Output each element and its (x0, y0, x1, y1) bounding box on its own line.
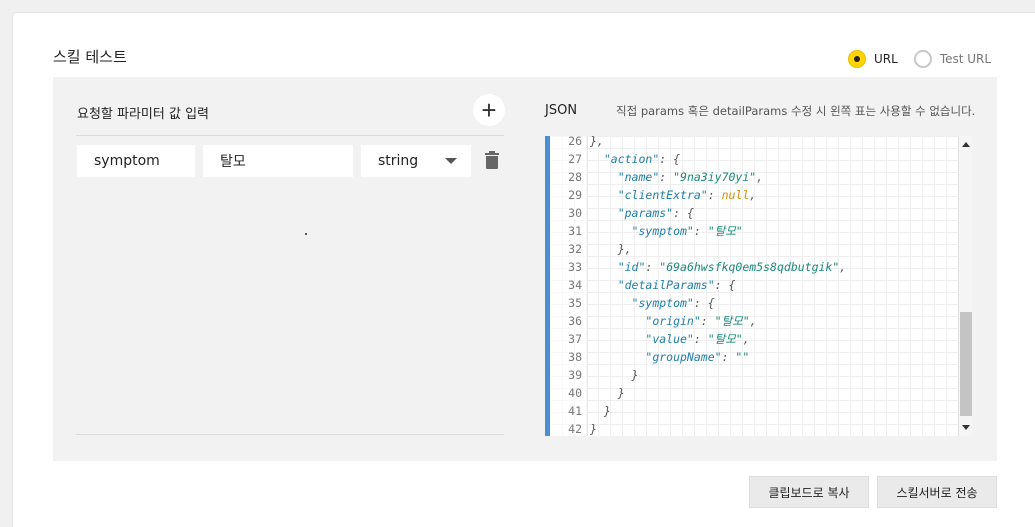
editor-scrollbar[interactable] (958, 136, 972, 436)
line-number: 29 (568, 188, 582, 202)
code-line: 27 "action": { (550, 150, 846, 168)
line-text: "value": "탈모", (645, 332, 750, 346)
param-value-input[interactable]: 탈모 (203, 145, 353, 177)
radio-url-label: URL (874, 52, 898, 66)
scroll-thumb[interactable] (960, 312, 972, 416)
params-divider-top (76, 135, 504, 136)
trash-icon[interactable] (485, 151, 499, 169)
cursor-dot (305, 233, 307, 235)
params-divider-bottom (76, 434, 504, 435)
code-line: 30 "params": { (550, 204, 846, 222)
line-number: 33 (568, 260, 582, 274)
code-line: 28 "name": "9na3iy70yi", (550, 168, 846, 186)
code-line: 32 }, (550, 240, 846, 258)
line-text: }, (590, 242, 632, 256)
json-editor[interactable]: 26}, 27 "action": {28 "name": "9na3iy70yi… (545, 136, 972, 436)
test-panel: 요청할 파라미터 값 입력 + symptom 탈모 string JSON 직… (53, 77, 997, 461)
code-line: 42} (550, 420, 846, 436)
line-number: 30 (568, 206, 582, 220)
param-type-value: string (378, 153, 419, 169)
code-line: 41 } (550, 402, 846, 420)
action-buttons: 클립보드로 복사 스킬서버로 전송 (749, 476, 997, 508)
line-text: "symptom": { (631, 296, 715, 310)
line-text: }, (590, 136, 604, 148)
line-text: "name": "9na3iy70yi", (617, 170, 764, 184)
code-line: 39 } (550, 366, 846, 384)
plus-icon: + (481, 95, 497, 125)
line-number: 38 (568, 350, 582, 364)
line-text: } (590, 404, 611, 418)
url-radio-group: URL Test URL (848, 50, 1007, 68)
json-code: 26}, 27 "action": {28 "name": "9na3iy70yi… (550, 136, 846, 436)
radio-checked-icon (848, 50, 866, 68)
line-number: 26 (568, 136, 582, 148)
line-number: 34 (568, 278, 582, 292)
send-to-skill-server-button[interactable]: 스킬서버로 전송 (877, 476, 997, 508)
line-text: } (590, 422, 597, 436)
param-row: symptom 탈모 string (77, 145, 499, 177)
line-number: 40 (568, 386, 582, 400)
line-number: 41 (568, 404, 582, 418)
code-line: 29 "clientExtra": null, (550, 186, 846, 204)
code-line: 26}, (550, 136, 846, 150)
line-number: 42 (568, 422, 582, 436)
code-line: 36 "origin": "탈모", (550, 312, 846, 330)
line-text: "id": "69a6hwsfkq0em5s8qdbutgik", (617, 260, 847, 274)
params-title: 요청할 파라미터 값 입력 (77, 107, 209, 122)
line-number: 36 (568, 314, 582, 328)
page-title: 스킬 테스트 (53, 48, 127, 66)
line-text: } (590, 386, 625, 400)
code-line: 40 } (550, 384, 846, 402)
line-number: 28 (568, 170, 582, 184)
json-title: JSON (545, 103, 578, 118)
code-line: 38 "groupName": "" (550, 348, 846, 366)
copy-to-clipboard-button[interactable]: 클립보드로 복사 (749, 476, 869, 508)
line-text: "detailParams": { (617, 278, 736, 292)
param-type-select[interactable]: string (361, 145, 471, 177)
line-text: } (590, 368, 639, 382)
line-text: "action": { (603, 152, 681, 166)
line-number: 31 (568, 224, 582, 238)
line-text: "origin": "탈모", (645, 314, 757, 328)
line-text: "clientExtra": null, (617, 188, 757, 202)
line-number: 27 (568, 152, 582, 166)
line-text: "symptom": "탈모" (631, 224, 743, 238)
line-number: 32 (568, 242, 582, 256)
radio-url[interactable]: URL (848, 50, 898, 68)
line-number: 39 (568, 368, 582, 382)
param-key-input[interactable]: symptom (77, 145, 195, 177)
scroll-down-icon[interactable] (962, 425, 970, 430)
code-line: 37 "value": "탈모", (550, 330, 846, 348)
line-number: 35 (568, 296, 582, 310)
scroll-up-icon[interactable] (962, 142, 970, 147)
line-text: "groupName": "" (645, 350, 750, 364)
radio-unchecked-icon (913, 50, 932, 68)
chevron-down-icon (445, 158, 457, 164)
line-text: "params": { (617, 206, 694, 220)
radio-test-url[interactable]: Test URL (913, 50, 992, 68)
code-line: 33 "id": "69a6hwsfkq0em5s8qdbutgik", (550, 258, 846, 276)
code-line: 35 "symptom": { (550, 294, 846, 312)
line-number: 37 (568, 332, 582, 346)
radio-test-url-label: Test URL (939, 52, 992, 66)
json-note: 직접 params 혹은 detailParams 수정 시 왼쪽 표는 사용할… (616, 104, 976, 118)
code-line: 31 "symptom": "탈모" (550, 222, 846, 240)
code-line: 34 "detailParams": { (550, 276, 846, 294)
add-param-button[interactable]: + (473, 94, 505, 126)
